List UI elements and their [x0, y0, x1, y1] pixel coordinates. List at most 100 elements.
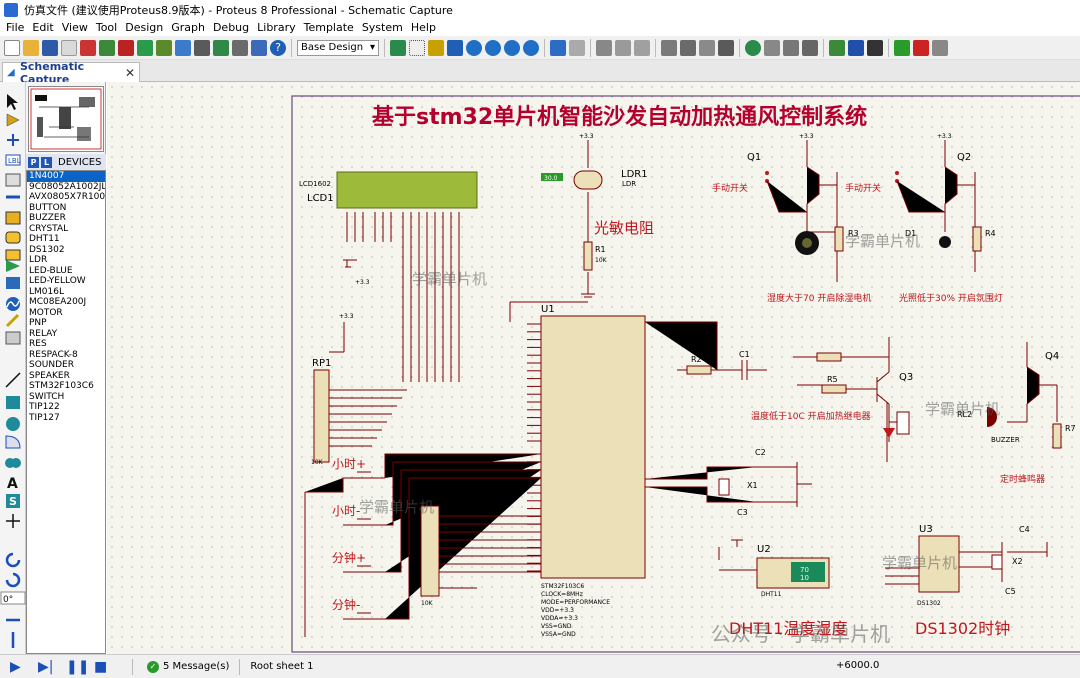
decompose-icon[interactable]: [802, 39, 818, 56]
terminals-mode-icon[interactable]: [5, 231, 21, 244]
refresh-icon[interactable]: [390, 39, 406, 56]
device-item[interactable]: LM016L: [27, 287, 105, 298]
grid-toggle-icon[interactable]: [409, 39, 425, 56]
text-script-mode-icon[interactable]: [5, 173, 21, 187]
device-item[interactable]: MOTOR: [27, 308, 105, 319]
ldr-component[interactable]: 30.0 LDR1 LDR 光敏电阻 R1 10K +3.3: [509, 133, 654, 322]
schematic-icon[interactable]: [99, 39, 115, 56]
new-file-icon[interactable]: [4, 39, 20, 56]
devices-list[interactable]: 1N4007 9C08052A1002JLH AVX0805X7R100N BUTTO…: [26, 170, 106, 654]
block-copy-icon[interactable]: [661, 39, 677, 56]
menu-library[interactable]: Library: [253, 21, 299, 34]
q1-switch-circuit[interactable]: Q1 Q2 手动开关 手动开关 R3 R4 D1 湿度大于70 开启除湿电机 光…: [712, 133, 1003, 304]
cut-icon[interactable]: [596, 39, 612, 56]
new-sheet-icon[interactable]: [894, 39, 910, 56]
reset-circuit[interactable]: R2 C1: [645, 321, 767, 380]
device-item[interactable]: TIP127: [27, 413, 105, 424]
pan-icon[interactable]: [447, 39, 463, 56]
menu-graph[interactable]: Graph: [167, 21, 209, 34]
device-item[interactable]: SOUNDER: [27, 360, 105, 371]
property-assign-icon[interactable]: [867, 39, 883, 56]
search-tag-icon[interactable]: [848, 39, 864, 56]
import-icon[interactable]: [61, 39, 77, 56]
origin-icon[interactable]: [428, 39, 444, 56]
menu-view[interactable]: View: [58, 21, 92, 34]
menu-debug[interactable]: Debug: [209, 21, 253, 34]
help-icon[interactable]: ?: [270, 39, 286, 56]
arc-2d-icon[interactable]: [5, 435, 21, 449]
selection-mode-icon[interactable]: [7, 94, 18, 110]
menu-help[interactable]: Help: [407, 21, 440, 34]
device-item[interactable]: RESPACK-8: [27, 350, 105, 361]
block-rotate-icon[interactable]: [699, 39, 715, 56]
device-item[interactable]: RELAY: [27, 329, 105, 340]
device-item[interactable]: STM32F103C6: [27, 381, 105, 392]
device-item[interactable]: BUTTON: [27, 203, 105, 214]
home-icon[interactable]: [80, 39, 96, 56]
design-selector[interactable]: Base Design ▾: [297, 39, 379, 56]
device-item[interactable]: LDR: [27, 255, 105, 266]
simulation-icon[interactable]: [137, 39, 153, 56]
zoom-all-icon[interactable]: [504, 39, 520, 56]
device-item[interactable]: MC08EA200J: [27, 297, 105, 308]
mcu-component[interactable]: U1 STM32F103C6CLOCK=8MHzMODE=PERFORMANCE…: [527, 304, 646, 638]
ds1302-component[interactable]: U3 DS1302 X2 C4 C5 DS1302时钟: [885, 524, 1048, 638]
source-code-icon[interactable]: [232, 39, 248, 56]
menu-template[interactable]: Template: [300, 21, 358, 34]
voltage-probe-icon[interactable]: [5, 313, 20, 328]
device-item[interactable]: DS1302: [27, 245, 105, 256]
menu-edit[interactable]: Edit: [28, 21, 57, 34]
wire-autorouter-icon[interactable]: [829, 39, 845, 56]
play-icon[interactable]: ▶: [10, 660, 26, 674]
design-explorer-icon[interactable]: [194, 39, 210, 56]
notes-icon[interactable]: [251, 39, 267, 56]
pause-icon[interactable]: ❚❚: [66, 660, 89, 674]
save-icon[interactable]: [42, 39, 58, 56]
copy-icon[interactable]: [615, 39, 631, 56]
menu-file[interactable]: File: [2, 21, 28, 34]
packaging-icon[interactable]: [783, 39, 799, 56]
overview-window[interactable]: [28, 86, 104, 152]
device-item[interactable]: 1N4007: [27, 171, 105, 182]
library-manager-button[interactable]: L: [41, 156, 52, 168]
device-item[interactable]: AVX0805X7R100N: [27, 192, 105, 203]
undo-icon[interactable]: [550, 39, 566, 56]
menu-system[interactable]: System: [358, 21, 407, 34]
tape-recorder-icon[interactable]: [6, 277, 20, 289]
gerber-icon[interactable]: [175, 39, 191, 56]
stop-icon[interactable]: ■: [94, 660, 110, 674]
device-item[interactable]: CRYSTAL: [27, 224, 105, 235]
schematic-canvas[interactable]: 基于stm32单片机智能沙发自动加热通风控制系统 LCD1602 LCD1 +3…: [107, 82, 1080, 654]
buzzer-circuit[interactable]: Q4 R7 BUZZER 定时蜂鸣器: [987, 342, 1076, 485]
block-move-icon[interactable]: [680, 39, 696, 56]
pick-devices-button[interactable]: P: [28, 156, 39, 168]
device-item[interactable]: 9C08052A1002JLH: [27, 182, 105, 193]
make-device-icon[interactable]: [764, 39, 780, 56]
tab-schematic-capture[interactable]: ◢ Schematic Capture ✕: [2, 60, 140, 86]
device-item[interactable]: DHT11: [27, 234, 105, 245]
device-item[interactable]: BUZZER: [27, 213, 105, 224]
messages-indicator[interactable]: ✓ 5 Message(s): [147, 660, 229, 673]
device-item[interactable]: TIP122: [27, 402, 105, 413]
step-icon[interactable]: ▶|: [38, 660, 54, 674]
subcircuit-mode-icon[interactable]: [5, 211, 21, 225]
device-item[interactable]: SWITCH: [27, 392, 105, 403]
text-2d-icon[interactable]: A: [7, 476, 18, 492]
bom-icon[interactable]: [213, 39, 229, 56]
device-item[interactable]: RES: [27, 339, 105, 350]
zoom-area-icon[interactable]: [523, 39, 539, 56]
device-item[interactable]: PNP: [27, 318, 105, 329]
menu-design[interactable]: Design: [121, 21, 167, 34]
pick-device-icon[interactable]: [745, 39, 761, 56]
device-pins-mode-icon[interactable]: [5, 249, 21, 261]
box-2d-icon[interactable]: [6, 396, 20, 409]
3d-viewer-icon[interactable]: [156, 39, 172, 56]
block-delete-icon[interactable]: [718, 39, 734, 56]
graph-mode-icon[interactable]: [6, 260, 20, 272]
redo-icon[interactable]: [569, 39, 585, 56]
device-item[interactable]: LED-YELLOW: [27, 276, 105, 287]
close-icon[interactable]: ✕: [125, 66, 135, 80]
menu-tool[interactable]: Tool: [92, 21, 121, 34]
pcb-icon[interactable]: [118, 39, 134, 56]
paste-icon[interactable]: [634, 39, 650, 56]
